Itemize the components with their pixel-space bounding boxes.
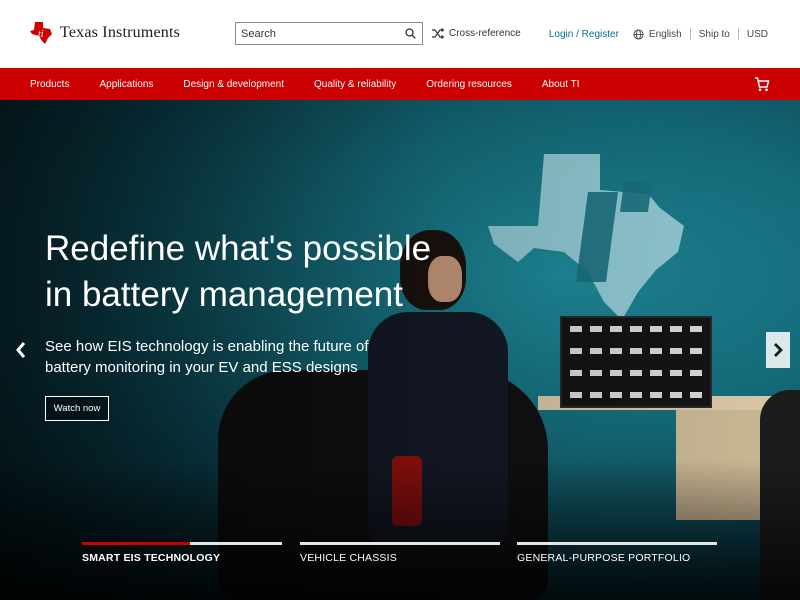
shuffle-icon: [432, 28, 444, 39]
search-box[interactable]: [235, 22, 423, 45]
hero-banner: Redefine what's possible in battery mana…: [0, 100, 800, 600]
cross-reference-link[interactable]: Cross-reference: [432, 28, 521, 39]
search-icon[interactable]: [405, 28, 416, 39]
tab-progress-bar: [517, 542, 717, 545]
chevron-left-icon[interactable]: [14, 340, 28, 360]
tab-progress-bar: [300, 542, 500, 545]
hero-headline-line2: in battery management: [45, 275, 403, 314]
carousel-tab-smart-eis[interactable]: SMART EIS TECHNOLOGY: [82, 542, 282, 564]
carousel-tabs: SMART EIS TECHNOLOGY VEHICLE CHASSIS GEN…: [82, 542, 718, 572]
search-input[interactable]: [236, 23, 396, 44]
nav-quality-reliability[interactable]: Quality & reliability: [314, 79, 396, 90]
carousel-tab-label: SMART EIS TECHNOLOGY: [82, 552, 221, 564]
nav-about-ti[interactable]: About TI: [542, 79, 580, 90]
nav-products[interactable]: Products: [30, 79, 69, 90]
hero-headline: Redefine what's possible in battery mana…: [45, 226, 465, 318]
carousel-tab-label: VEHICLE CHASSIS: [300, 552, 397, 564]
hero-subtext-line1: See how EIS technology is enabling the f…: [45, 338, 369, 355]
main-nav: Products Applications Design & developme…: [0, 68, 800, 100]
carousel-tab-label: GENERAL-PURPOSE PORTFOLIO: [517, 552, 691, 564]
divider: [737, 28, 739, 40]
language-label: English: [648, 28, 682, 40]
nav-ordering-resources[interactable]: Ordering resources: [426, 79, 512, 90]
hero-headline-line1: Redefine what's possible: [45, 229, 432, 268]
utility-links: Login / Register English Ship to USD: [549, 28, 768, 40]
cross-reference-label: Cross-reference: [449, 28, 521, 39]
hero-subtext-line2: battery monitoring in your EV and ESS de…: [45, 359, 358, 376]
hero-subtext: See how EIS technology is enabling the f…: [45, 336, 385, 378]
carousel-next-button[interactable]: [766, 332, 790, 368]
divider: [689, 28, 691, 40]
currency-selector[interactable]: USD: [747, 29, 768, 40]
carousel-tab-general-purpose[interactable]: GENERAL-PURPOSE PORTFOLIO: [517, 542, 717, 564]
ti-logo[interactable]: ti Texas Instruments: [30, 22, 180, 44]
carousel-tab-vehicle-chassis[interactable]: VEHICLE CHASSIS: [300, 542, 500, 564]
cart-icon[interactable]: [754, 76, 770, 92]
nav-applications[interactable]: Applications: [99, 79, 153, 90]
chevron-right-icon: [774, 343, 783, 357]
tab-progress-fill: [82, 542, 190, 545]
hero-floor-shade: [0, 460, 800, 600]
brand-name: Texas Instruments: [60, 24, 181, 41]
tab-progress-bar: [82, 542, 282, 545]
login-register-link[interactable]: Login / Register: [549, 29, 619, 40]
ship-to-selector[interactable]: Ship to: [699, 29, 730, 40]
globe-icon: [633, 28, 644, 40]
ti-texas-logo-icon: ti: [30, 22, 52, 44]
site-header: ti Texas Instruments Cross-reference Log…: [0, 0, 800, 68]
svg-text:ti: ti: [38, 29, 44, 40]
nav-design-development[interactable]: Design & development: [183, 79, 284, 90]
watch-now-button[interactable]: Watch now: [45, 396, 109, 421]
language-selector[interactable]: English: [633, 29, 682, 40]
